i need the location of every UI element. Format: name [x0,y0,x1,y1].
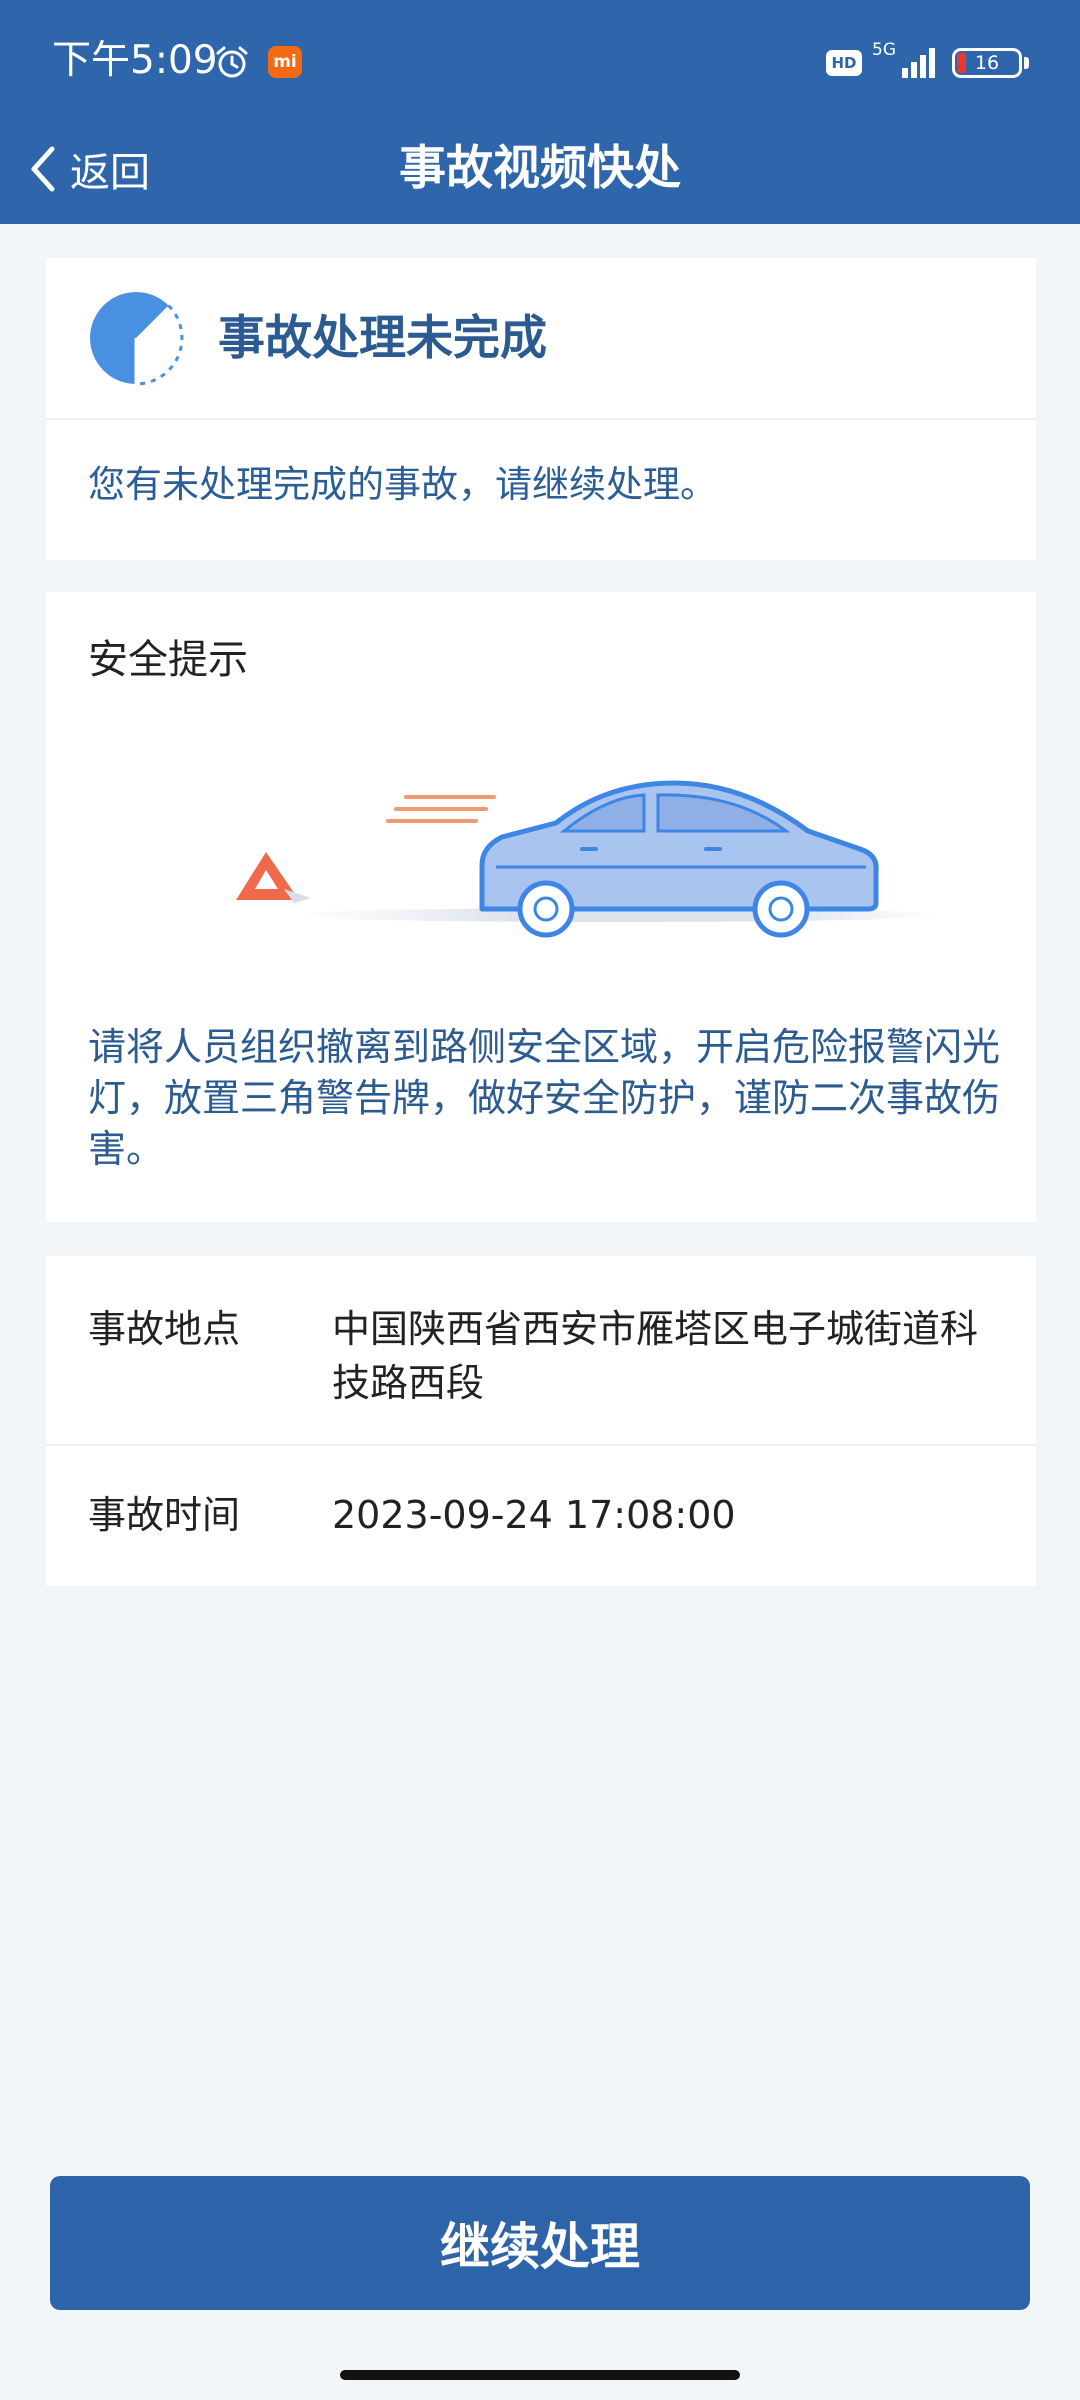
home-indicator[interactable] [340,2370,740,2380]
app-header: 下午5:09 mi HD 5G 16 返回 事故视频快处 [0,0,1080,224]
accident-location-value: 中国陕西省西安市雁塔区电子城街道科技路西段 [332,1307,979,1405]
accident-time-value: 2023-09-24 17:08:00 [332,1493,736,1537]
battery-icon: 16 [952,48,1022,78]
accident-time-label: 事故时间 [88,1493,241,1537]
status-card: 事故处理未完成 您有未处理完成的事故，请继续处理。 [46,258,1036,560]
accident-info-card: 事故地点 中国陕西省西安市雁塔区电子城街道科技路西段 事故时间 2023-09-… [46,1256,1036,1586]
hd-voice-icon: HD [826,50,862,76]
warning-triangle-icon [236,852,311,903]
back-label: 返回 [70,150,150,196]
battery-level: 16 [974,52,1000,74]
back-button[interactable]: 返回 [26,134,150,204]
car-warning-illustration [236,780,946,938]
accident-location-label: 事故地点 [88,1307,241,1351]
pending-progress-icon [90,292,184,386]
mi-app-badge-icon: mi [268,46,302,78]
status-bar: 下午5:09 mi HD 5G 16 [0,0,1080,124]
continue-processing-button[interactable]: 继续处理 [50,2176,1030,2310]
alarm-clock-icon [216,46,248,78]
status-message: 您有未处理完成的事故，请继续处理。 [88,463,717,506]
safety-tips-text: 请将人员组织撤离到路侧安全区域，开启危险报警闪光灯，放置三角警告牌，做好安全防护… [88,1025,1001,1171]
signal-strength-icon [902,48,935,78]
accident-location-row: 事故地点 中国陕西省西安市雁塔区电子城街道科技路西段 [46,1256,1036,1446]
nav-bar: 返回 事故视频快处 [0,124,1080,224]
status-title: 事故处理未完成 [218,311,547,366]
status-card-header: 事故处理未完成 [46,258,1036,420]
accident-time-row: 事故时间 2023-09-24 17:08:00 [46,1446,1036,1586]
safety-tips-title: 安全提示 [88,637,248,683]
battery-cap [1024,57,1029,69]
status-time: 下午5:09 [52,38,218,83]
chevron-left-icon [31,146,55,192]
page-title: 事故视频快处 [399,141,681,196]
safety-tips-card: 安全提示 请将人员组织撤离到路侧安全区域，开启危险报警闪光灯，放置三角警告牌，做… [46,592,1036,1222]
